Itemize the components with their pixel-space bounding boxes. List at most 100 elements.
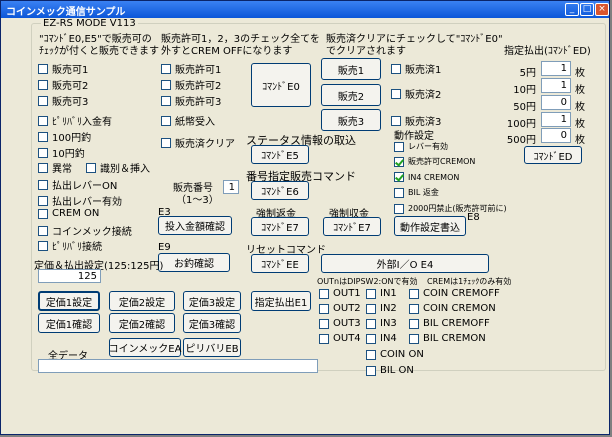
bil-cremoff-checkbox[interactable]: BIL CREMOFF [409,318,490,329]
bil-cremon-checkbox[interactable]: BIL CREMON [409,333,486,344]
checkbox-box-checked[interactable] [394,156,404,167]
checkbox-box[interactable] [319,288,329,299]
payout-count-100-input[interactable]: 1 [541,112,571,127]
checkbox-box[interactable] [319,318,329,329]
sold-2-checkbox[interactable]: 販売済2 [391,86,441,101]
command-e6-button[interactable]: ｺﾏﾝﾄﾞE6 [251,181,309,200]
op-permit-cremon-checkbox[interactable]: 販売許可CREMON [394,156,475,167]
checkbox-box[interactable] [409,318,419,329]
command-ed-button[interactable]: ｺﾏﾝﾄﾞED [524,146,582,164]
payout-count-500-input[interactable]: 0 [541,128,571,143]
command-e7-return-button[interactable]: ｺﾏﾝﾄﾞE7 [251,217,309,236]
checkbox-box[interactable] [38,179,48,190]
price-3-set-button[interactable]: 定価3設定 [183,291,241,311]
out1-checkbox[interactable]: OUT1 [319,288,361,299]
status-coinmech-connected-checkbox[interactable]: コインメック接続 [38,223,132,238]
op-bil-return-checkbox[interactable]: BIL 返金 [394,187,439,198]
in1-checkbox[interactable]: IN1 [366,288,397,299]
checkbox-box[interactable] [391,115,401,126]
checkbox-box[interactable] [366,288,376,299]
checkbox-box[interactable] [38,208,48,219]
checkbox-box-checked[interactable] [394,172,404,182]
checkbox-box[interactable] [161,63,171,74]
checkbox-box[interactable] [409,303,419,314]
checkbox-box[interactable] [161,95,171,106]
sellable-3-checkbox[interactable]: 販売可3 [38,93,88,108]
checkbox-box[interactable] [394,203,404,214]
payout-count-10-input[interactable]: 1 [541,78,571,93]
status-error-checkbox[interactable]: 異常 [38,160,72,175]
coin-cremoff-checkbox[interactable]: COIN CREMOFF [409,288,500,299]
sold-3-checkbox[interactable]: 販売済3 [391,113,441,128]
bil-on-checkbox[interactable]: BIL ON [366,365,414,376]
checkbox-box[interactable] [161,79,171,90]
price-2-set-button[interactable]: 定価2設定 [109,291,175,311]
price-1-set-button[interactable]: 定価1設定 [38,291,100,311]
status-lever-enabled-checkbox[interactable]: 払出レバー有効 [38,193,122,208]
permit-1-checkbox[interactable]: 販売許可1 [161,61,221,76]
command-e7-collect-button[interactable]: ｺﾏﾝﾄﾞE7 [323,217,381,236]
checkbox-box[interactable] [161,115,171,126]
payout-e1-button[interactable]: 指定払出E1 [251,291,311,311]
coin-on-checkbox[interactable]: COIN ON [366,349,424,360]
change-confirm-button[interactable]: お釣確認 [158,253,230,272]
checkbox-box[interactable] [38,147,48,158]
insert-detect-checkbox[interactable]: 識別＆挿入 [86,160,150,175]
op-2000yen-ban-checkbox[interactable]: 2000円禁止(販売許可前に) [394,203,507,214]
close-icon[interactable]: × [595,3,609,16]
checkbox-box[interactable] [391,88,401,99]
checkbox-box[interactable] [38,240,48,251]
checkbox-box[interactable] [86,162,96,173]
in2-checkbox[interactable]: IN2 [366,303,397,314]
sellable-1-checkbox[interactable]: 販売可1 [38,61,88,76]
checkbox-box[interactable] [38,95,48,106]
checkbox-box[interactable] [366,303,376,314]
checkbox-box[interactable] [391,63,401,74]
checkbox-box[interactable] [161,137,171,148]
status-crem-on-checkbox[interactable]: CREM ON [38,208,99,219]
price-2-confirm-button[interactable]: 定価2確認 [109,313,175,333]
sale-1-button[interactable]: 販売1 [321,58,381,80]
sale-number-input[interactable]: 1 [223,180,239,194]
coin-cremon-checkbox[interactable]: COIN CREMON [409,303,496,314]
out3-checkbox[interactable]: OUT3 [319,318,361,329]
sold-1-checkbox[interactable]: 販売済1 [391,61,441,76]
checkbox-box[interactable] [394,187,404,198]
piribari-eb-button[interactable]: ピリバリEB [183,338,241,357]
status-lever-on-checkbox[interactable]: 払出レバーON [38,177,117,192]
permit-3-checkbox[interactable]: 販売許可3 [161,93,221,108]
checkbox-box[interactable] [366,365,376,376]
op-settings-write-button[interactable]: 動作設定書込 [394,216,466,236]
command-e0-button[interactable]: ｺﾏﾝﾄﾞE0 [251,63,311,107]
checkbox-box[interactable] [38,195,48,206]
sold-clear-checkbox[interactable]: 販売済クリア [161,135,235,150]
out4-checkbox[interactable]: OUT4 [319,333,361,344]
op-in4-cremon-checkbox[interactable]: IN4 CREMON [394,172,459,182]
payout-count-5-input[interactable]: 1 [541,61,571,76]
status-100yen-change-checkbox[interactable]: 100円釣 [38,129,91,144]
checkbox-box[interactable] [366,349,376,360]
checkbox-box[interactable] [366,333,376,344]
checkbox-box[interactable] [38,115,48,126]
out2-checkbox[interactable]: OUT2 [319,303,361,314]
checkbox-box[interactable] [366,318,376,329]
checkbox-box[interactable] [38,131,48,142]
checkbox-box[interactable] [38,63,48,74]
command-ee-button[interactable]: ｺﾏﾝﾄﾞEE [251,254,309,273]
status-10yen-change-checkbox[interactable]: 10円釣 [38,145,85,160]
sellable-2-checkbox[interactable]: 販売可2 [38,77,88,92]
sale-3-button[interactable]: 販売3 [321,109,381,131]
maximize-icon[interactable]: □ [580,3,594,16]
bill-accept-checkbox[interactable]: 紙幣受入 [161,113,215,128]
in4-checkbox[interactable]: IN4 [366,333,397,344]
status-piribari-connected-checkbox[interactable]: ﾋﾟﾘﾊﾞﾘ接続 [38,238,102,253]
minimize-icon[interactable]: _ [565,3,579,16]
amount-confirm-button[interactable]: 投入金額確認 [158,216,232,235]
sale-2-button[interactable]: 販売2 [321,84,381,106]
price-1-confirm-button[interactable]: 定価1確認 [38,313,100,333]
status-bill-deposit-checkbox[interactable]: ﾋﾟﾘﾊﾞﾘ入金有 [38,113,112,128]
checkbox-box[interactable] [394,141,404,152]
coinmech-ea-button[interactable]: コインメックEA [109,338,181,357]
all-data-input[interactable] [38,359,318,373]
price-3-confirm-button[interactable]: 定価3確認 [183,313,241,333]
